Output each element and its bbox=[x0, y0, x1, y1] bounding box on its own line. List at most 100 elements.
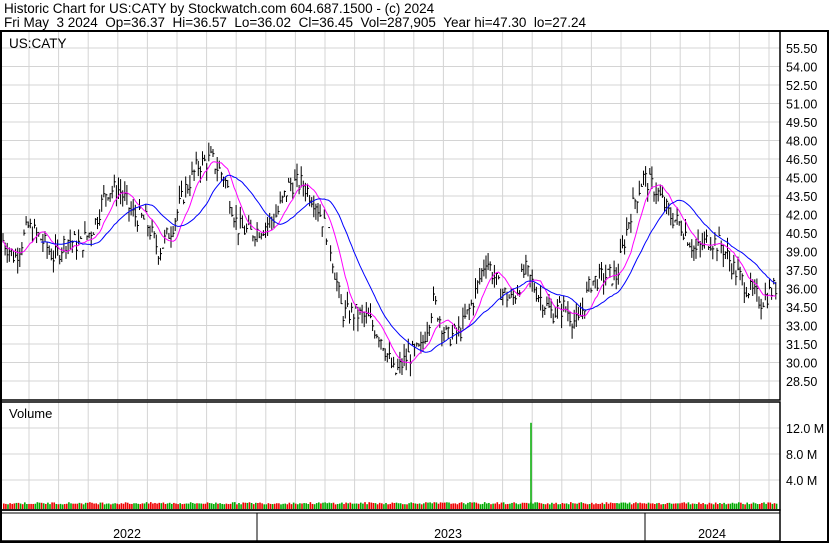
volume-bar bbox=[124, 502, 127, 509]
volume-bar bbox=[448, 502, 450, 509]
volume-bar bbox=[431, 503, 433, 509]
volume-bar bbox=[492, 503, 494, 509]
volume-bar bbox=[263, 504, 265, 509]
volume-bar bbox=[765, 503, 767, 509]
symbol-label: US:CATY bbox=[9, 36, 67, 51]
volume-bar bbox=[276, 503, 278, 509]
volume-bar bbox=[278, 503, 280, 509]
volume-bar bbox=[486, 503, 488, 509]
volume-bar bbox=[511, 502, 513, 509]
volume-bar bbox=[429, 502, 431, 509]
volume-bar bbox=[185, 503, 188, 509]
volume-bar bbox=[213, 504, 215, 509]
volume-bar bbox=[267, 503, 270, 509]
volume-bar bbox=[477, 503, 480, 509]
volume-bar bbox=[763, 502, 765, 509]
volume-bar bbox=[641, 503, 643, 509]
volume-bar bbox=[479, 504, 482, 509]
volume-bar bbox=[746, 502, 748, 509]
volume-bar bbox=[467, 502, 469, 509]
volume-bar bbox=[465, 504, 467, 509]
volume-bar bbox=[362, 503, 364, 509]
volume-bar bbox=[735, 503, 738, 509]
volume-bar bbox=[710, 503, 713, 509]
volume-bar bbox=[528, 503, 530, 509]
volume-bar bbox=[696, 504, 698, 509]
volume-bar bbox=[202, 503, 205, 509]
volume-bar bbox=[481, 503, 484, 509]
volume-bar bbox=[385, 502, 387, 509]
volume-bar bbox=[349, 502, 352, 509]
volume-bar bbox=[355, 503, 358, 509]
volume-bar bbox=[313, 504, 316, 509]
volume-bar bbox=[383, 504, 385, 509]
price-tick-label: 33.00 bbox=[786, 319, 817, 333]
volume-bar bbox=[297, 504, 299, 509]
volume-bar bbox=[536, 502, 538, 509]
volume-bar bbox=[561, 502, 564, 509]
volume-bar bbox=[229, 503, 232, 509]
volume-bar bbox=[460, 502, 463, 509]
volume-bar bbox=[450, 503, 452, 509]
volume-bar bbox=[282, 503, 284, 509]
volume-bar bbox=[603, 504, 606, 509]
volume-bar bbox=[116, 503, 118, 509]
volume-bar bbox=[40, 502, 43, 509]
volume-bar bbox=[5, 503, 7, 509]
volume-bar bbox=[219, 503, 221, 509]
volume-bar bbox=[326, 503, 328, 509]
volume-bar bbox=[742, 503, 744, 509]
volume-bar bbox=[108, 503, 110, 509]
volume-bar bbox=[61, 504, 64, 509]
volume-bar bbox=[679, 503, 681, 509]
volume-bar bbox=[607, 503, 610, 509]
volume-bar bbox=[612, 503, 614, 509]
volume-bar bbox=[368, 502, 370, 509]
volume-bar bbox=[32, 503, 34, 509]
volume-bar bbox=[399, 503, 402, 509]
volume-bar bbox=[177, 504, 179, 509]
volume-bar bbox=[215, 502, 217, 509]
volume-bar bbox=[301, 503, 303, 509]
volume-bar bbox=[15, 502, 18, 509]
volume-bar bbox=[408, 503, 410, 509]
price-tick-label: 55.50 bbox=[786, 42, 817, 56]
volume-bar bbox=[192, 503, 194, 509]
volume-bar bbox=[265, 504, 268, 509]
volume-bar bbox=[234, 502, 236, 509]
volume-bar bbox=[139, 504, 142, 509]
volume-bar bbox=[727, 503, 730, 509]
volume-bar bbox=[395, 502, 398, 509]
volume-bar bbox=[303, 503, 305, 509]
volume-bar bbox=[622, 502, 625, 509]
volume-bar bbox=[410, 502, 412, 509]
volume-bar bbox=[66, 503, 68, 509]
volume-bar bbox=[68, 502, 70, 509]
volume-bar bbox=[677, 503, 679, 509]
volume-bar bbox=[391, 502, 394, 509]
volume-bar bbox=[330, 503, 333, 509]
volume-bar bbox=[551, 502, 553, 509]
volume-bar bbox=[147, 503, 150, 509]
volume-tick-label: 4.0 M bbox=[786, 474, 817, 488]
volume-bar bbox=[584, 503, 587, 509]
volume-bar bbox=[74, 503, 76, 509]
volume-bar bbox=[515, 503, 517, 509]
volume-bar bbox=[246, 502, 249, 509]
volume-bar bbox=[101, 502, 104, 509]
price-tick-label: 45.00 bbox=[786, 171, 817, 185]
volume-bar bbox=[525, 502, 528, 509]
volume-bar bbox=[635, 502, 637, 509]
volume-bar bbox=[748, 504, 751, 509]
volume-bar bbox=[47, 502, 49, 509]
volume-bar bbox=[290, 504, 293, 509]
volume-bar bbox=[664, 504, 667, 509]
volume-bar bbox=[469, 502, 471, 509]
volume-bar bbox=[662, 504, 664, 509]
volume-bar bbox=[660, 504, 662, 509]
volume-bar bbox=[441, 502, 444, 509]
volume-bar bbox=[231, 502, 234, 509]
volume-bar bbox=[261, 503, 263, 509]
volume-bar bbox=[637, 503, 639, 509]
volume-bar bbox=[500, 502, 503, 509]
